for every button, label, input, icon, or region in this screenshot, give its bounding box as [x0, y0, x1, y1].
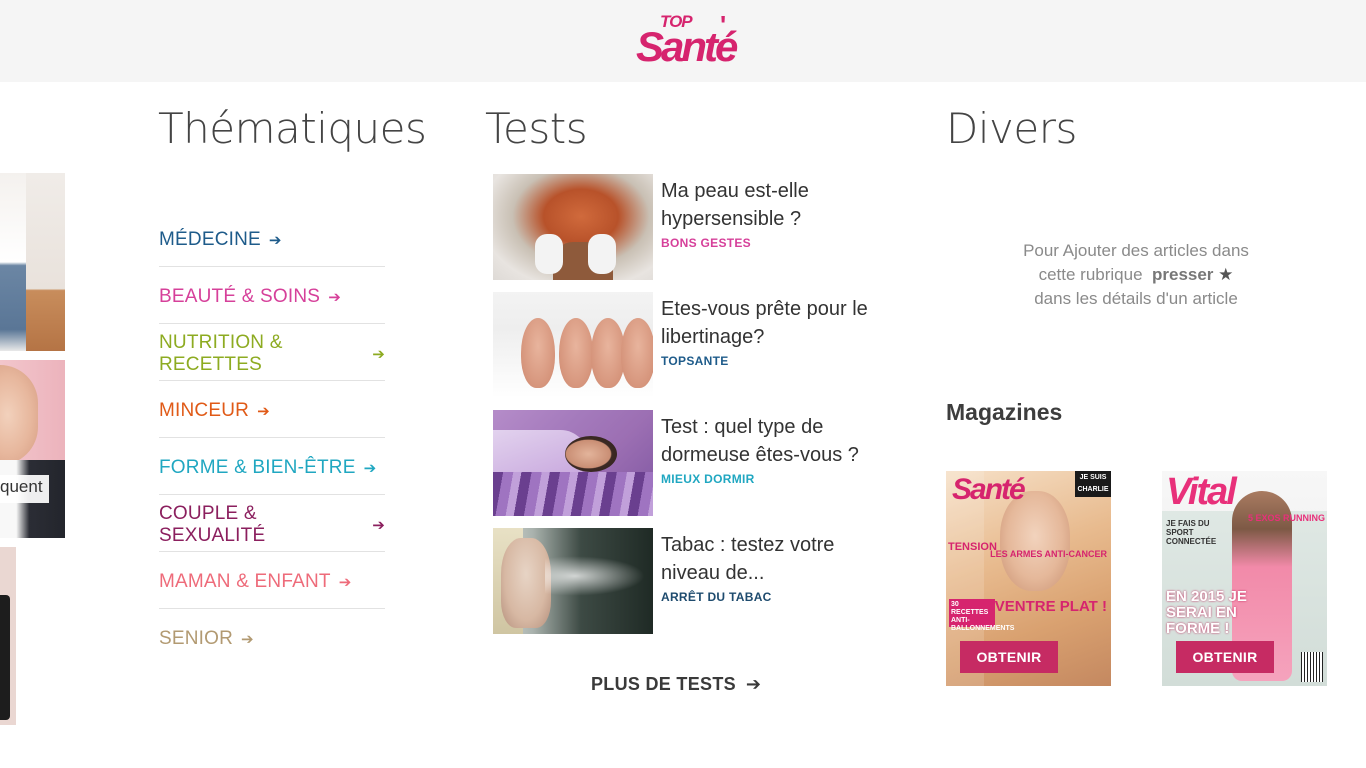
tile-partial-label: quent: [0, 475, 49, 503]
test-category: BONS GESTES: [661, 236, 751, 250]
left-article-tile-2[interactable]: quent: [0, 360, 65, 538]
cover-title: Santé: [952, 473, 1026, 506]
more-tests-label: PLUS DE TESTS: [591, 674, 736, 694]
app-header: TOP Santé ': [0, 0, 1366, 82]
arrow-right-icon: ➔: [363, 459, 377, 477]
thematique-couple-sexualite[interactable]: COUPLE & SEXUALITÉ ➔: [159, 495, 385, 552]
test-category: ARRÊT DU TABAC: [661, 590, 772, 604]
thematique-label: SENIOR: [159, 628, 234, 649]
cover-headline: EN 2015 JE SERAI EN FORME !: [1166, 588, 1247, 637]
logo-accent-mark: ': [720, 10, 727, 40]
test-title: Tabac : testez votre niveau de...: [661, 534, 835, 584]
arrow-right-icon: ➔: [372, 516, 385, 534]
tile-photo: [0, 173, 26, 351]
cover-headline: LES ARMES ANTI-CANCER: [990, 549, 1107, 559]
test-category: TOPSANTE: [661, 354, 729, 368]
hint-line-2-text: cette rubrique: [1038, 265, 1143, 284]
thematique-label: NUTRITION & RECETTES: [159, 331, 283, 375]
tests-heading: Tests: [485, 104, 588, 153]
magazine-cover-vital[interactable]: Vital 5 EXOS RUNNING JE FAIS DU SPORT CO…: [1162, 471, 1327, 686]
test-thumbnail: [493, 410, 653, 516]
magazines-heading: Magazines: [946, 399, 1063, 425]
tile-photo: [0, 365, 38, 465]
hint-line-1: Pour Ajouter des articles dans: [1023, 241, 1249, 260]
hint-line-2-bold: presser: [1151, 265, 1214, 284]
arrow-right-icon: ➔: [372, 345, 385, 363]
test-title: Ma peau est-elle hypersensible ?: [661, 180, 809, 230]
arrow-right-icon: ➔: [241, 631, 254, 648]
hint-line-3: dans les détails d'un article: [1034, 289, 1238, 308]
test-category: MIEUX DORMIR: [661, 472, 755, 486]
divers-heading: Divers: [946, 104, 1077, 153]
arrow-right-icon: ➔: [268, 231, 282, 249]
arrow-right-icon: ➔: [338, 573, 352, 591]
thematique-label: MÉDECINE: [159, 228, 261, 250]
thematique-label: MAMAN & ENFANT: [159, 570, 331, 592]
more-tests-link[interactable]: PLUS DE TESTS ➔: [591, 674, 761, 695]
left-article-tile-1[interactable]: [0, 173, 65, 351]
cover-title: Vital: [1166, 471, 1237, 513]
test-title: Test : quel type de dormeuse êtes-vous ?: [661, 416, 859, 466]
cover-barcode: [1301, 652, 1323, 682]
thematique-beaute-soins[interactable]: BEAUTÉ & SOINS ➔: [159, 267, 385, 324]
cover-headline: VENTRE PLAT !: [994, 598, 1107, 615]
top-sante-logo[interactable]: TOP Santé ': [636, 10, 738, 72]
arrow-right-icon: ➔: [328, 288, 341, 306]
test-item[interactable]: Ma peau est-elle hypersensible ? BONS GE…: [493, 174, 873, 280]
thematique-nutrition-recettes[interactable]: NUTRITION & RECETTES ➔: [159, 324, 385, 381]
thematique-label: BEAUTÉ & SOINS: [159, 285, 321, 307]
cover-box: 30 RECETTES ANTI-BALLONNEMENTS: [949, 599, 1015, 632]
thematique-label: COUPLE & SEXUALITÉ: [159, 502, 266, 546]
cover-headline: JE FAIS DU SPORT CONNECTÉE: [1166, 519, 1217, 546]
thematique-senior[interactable]: SENIOR ➔: [159, 609, 385, 666]
test-item[interactable]: Etes-vous prête pour le libertinage? TOP…: [493, 292, 873, 398]
thematiques-list: MÉDECINE ➔ BEAUTÉ & SOINS ➔ NUTRITION & …: [159, 210, 385, 666]
pin-star-icon: ★: [1218, 265, 1234, 284]
test-title: Etes-vous prête pour le libertinage?: [661, 298, 868, 348]
test-item[interactable]: Test : quel type de dormeuse êtes-vous ?…: [493, 410, 873, 516]
thematique-label: FORME & BIEN-ÊTRE: [159, 456, 356, 478]
hint-line-2: cette rubrique presser ★: [1006, 263, 1266, 287]
arrow-right-icon: ➔: [257, 402, 270, 420]
magazine-cover-top-sante[interactable]: Santé JE SUIS CHARLIE TENSION LES ARMES …: [946, 471, 1111, 686]
obtenir-button[interactable]: OBTENIR: [1176, 641, 1274, 673]
cover-corner-badge: JE SUIS CHARLIE: [1075, 471, 1111, 497]
divers-empty-hint: Pour Ajouter des articles dans cette rub…: [1006, 239, 1266, 311]
test-thumbnail: [493, 528, 653, 634]
left-article-tile-3[interactable]: [0, 547, 16, 725]
tile-photo: [0, 595, 10, 720]
thematique-forme-bien-etre[interactable]: FORME & BIEN-ÊTRE ➔: [159, 438, 385, 495]
obtenir-button[interactable]: OBTENIR: [960, 641, 1058, 673]
thematique-minceur[interactable]: MINCEUR ➔: [159, 381, 385, 438]
arrow-right-icon: ➔: [745, 674, 762, 694]
thematique-label: MINCEUR: [159, 399, 250, 421]
test-thumbnail: [493, 292, 653, 398]
thematique-medecine[interactable]: MÉDECINE ➔: [159, 210, 385, 267]
thematiques-heading: Thématiques: [158, 104, 427, 153]
thematique-maman-enfant[interactable]: MAMAN & ENFANT ➔: [159, 552, 385, 609]
test-thumbnail: [493, 174, 653, 280]
cover-headline: 5 EXOS RUNNING: [1247, 513, 1325, 523]
test-item[interactable]: Tabac : testez votre niveau de... ARRÊT …: [493, 528, 873, 634]
